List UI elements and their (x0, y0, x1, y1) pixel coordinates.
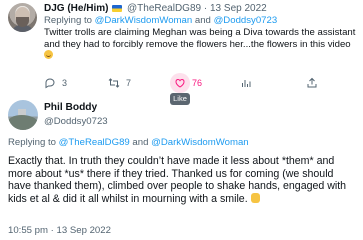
heart-icon (175, 78, 185, 88)
reply-tweet: DJG (He/Him) @TheRealDG89 · 13 Sep 2022 … (0, 0, 363, 93)
views-icon (242, 80, 251, 87)
replying-prefix: Replying to (44, 15, 92, 26)
tweet-actions: 3 7 76 (44, 73, 344, 93)
replying-prefix: Replying to (8, 137, 56, 148)
retweet-button[interactable]: 7 (108, 75, 131, 91)
tweet-header: DJG (He/Him) @TheRealDG89 · 13 Sep 2022 (44, 3, 267, 15)
avatar[interactable] (8, 3, 37, 32)
replying-to: Replying to @TheRealDG89 and @DarkWisdom… (8, 137, 249, 149)
ok-hand-emoji-icon (250, 192, 260, 203)
views-button[interactable] (240, 75, 252, 91)
like-button[interactable]: 76 (170, 73, 203, 93)
avatar[interactable] (8, 100, 38, 130)
mention-link[interactable]: @DarkWisdomWoman (95, 15, 193, 26)
mention-link[interactable]: @DarkWisdomWoman (151, 137, 249, 148)
tweet-date[interactable]: 13 Sep 2022 (210, 3, 267, 14)
mention-link[interactable]: @Doddsy0723 (214, 15, 278, 26)
tweet-text: Twitter trolls are claiming Meghan was b… (44, 27, 360, 62)
mention-link[interactable]: @TheRealDG89 (59, 137, 130, 148)
replying-and: and (194, 15, 211, 26)
reply-count: 3 (62, 78, 68, 88)
share-button[interactable] (306, 75, 318, 91)
main-tweet: Phil Boddy @Doddsy0723 Replying to @TheR… (0, 98, 363, 240)
handle[interactable]: @Doddsy0723 (44, 116, 108, 128)
like-count: 76 (192, 78, 203, 88)
replying-and: and (132, 137, 149, 148)
retweet-icon (108, 78, 120, 88)
display-name[interactable]: Phil Boddy (44, 102, 97, 114)
retweet-count: 7 (126, 78, 132, 88)
reply-icon (45, 78, 55, 89)
reply-button[interactable]: 3 (44, 75, 67, 91)
tweet-timestamp[interactable]: 10:55 pm · 13 Sep 2022 (8, 225, 111, 237)
replying-to: Replying to @DarkWisdomWoman and @Doddsy… (44, 15, 277, 27)
tweet-text-content: Twitter trolls are claiming Meghan was b… (44, 27, 356, 50)
grimace-emoji-icon (44, 50, 53, 59)
tweet-text: Exactly that. In truth they couldn’t hav… (8, 155, 358, 205)
ukraine-flag-icon (112, 5, 123, 12)
tweet-text-content: Exactly that. In truth they couldn’t hav… (8, 155, 347, 205)
share-icon (307, 77, 317, 88)
handle[interactable]: @TheRealDG89 (127, 3, 201, 14)
display-name[interactable]: DJG (He/Him) (44, 3, 108, 14)
separator: · (203, 3, 208, 14)
